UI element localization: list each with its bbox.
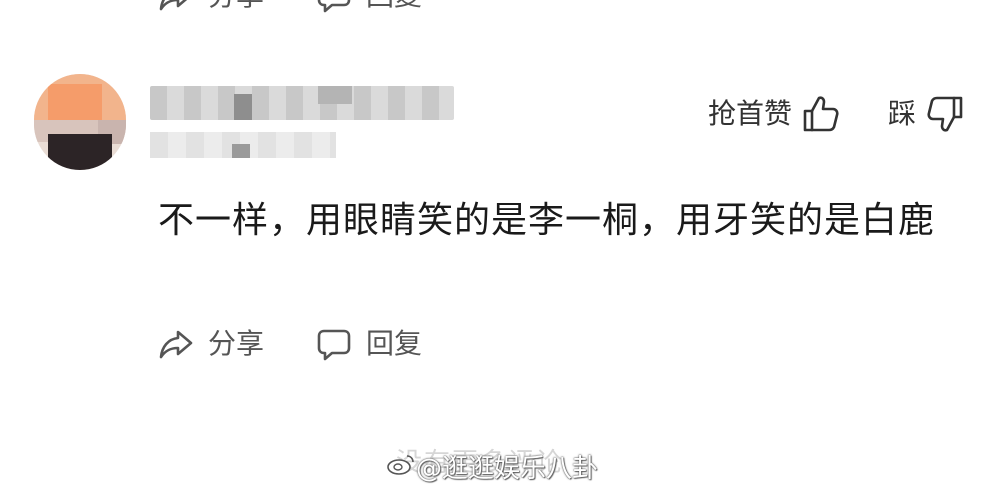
reply-icon [316, 0, 352, 14]
watermark-text: @逛逛娱乐八卦 [416, 454, 599, 484]
dislike-label: 踩 [887, 97, 916, 130]
like-label: 抢首赞 [707, 97, 792, 130]
thumbs-down-icon [916, 94, 964, 134]
previous-share-label: 分享 [208, 0, 264, 14]
avatar[interactable] [34, 74, 126, 170]
comment-text: 不一样，用眼睛笑的是李一桐，用牙笑的是白鹿 [158, 200, 936, 241]
previous-reply-label: 回复 [366, 0, 422, 14]
share-label: 分享 [208, 327, 265, 360]
thumbs-up-icon [792, 94, 840, 134]
share-button[interactable]: 分享 [158, 326, 264, 362]
like-button[interactable]: 抢首赞 [708, 94, 840, 134]
share-icon [158, 0, 194, 14]
comment-actions: 分享 回复 [158, 326, 422, 362]
comment-meta-blurred [150, 132, 336, 158]
share-icon [158, 326, 194, 362]
previous-reply-button[interactable]: 回复 [316, 0, 422, 14]
reply-button[interactable]: 回复 [316, 326, 422, 362]
reply-icon [316, 326, 352, 362]
watermark: 没有更多评论 @逛逛娱乐八卦 [386, 442, 646, 484]
dislike-button[interactable]: 踩 [888, 94, 964, 134]
reply-label: 回复 [366, 327, 423, 360]
username-blurred[interactable] [150, 86, 454, 120]
vote-actions: 抢首赞 踩 [708, 94, 964, 134]
previous-comment-actions: 分享 回复 [158, 0, 422, 14]
previous-share-button[interactable]: 分享 [158, 0, 264, 14]
comment-page: 分享 回复 抢首赞 [0, 0, 1008, 488]
